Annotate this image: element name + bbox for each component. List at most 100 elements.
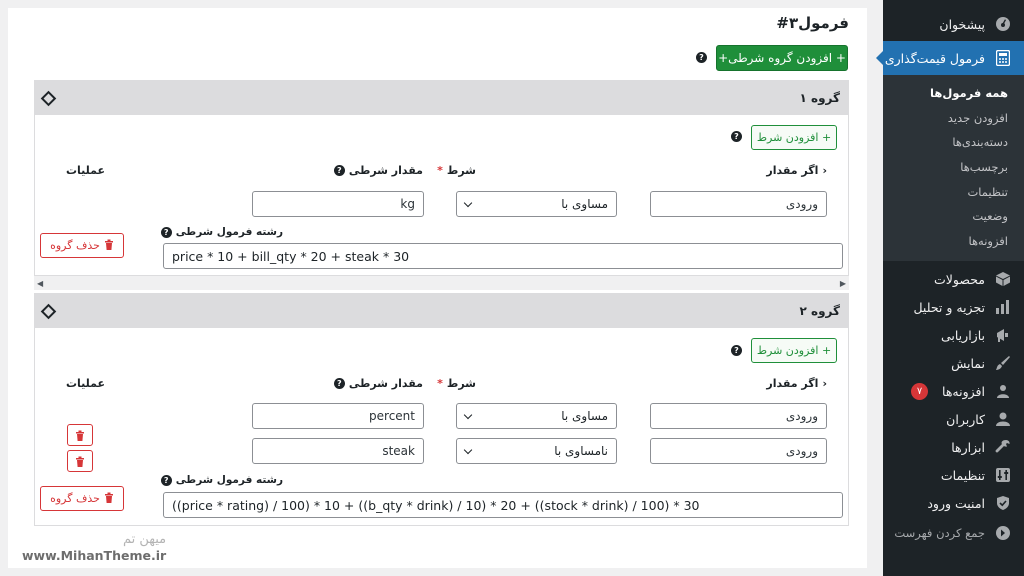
toggle-diamond-icon[interactable] bbox=[40, 90, 57, 106]
add-group-label: + افزودن گروه شرطی+ bbox=[718, 51, 846, 65]
collapse-menu-button[interactable]: جمع کردن فهرست bbox=[883, 519, 1024, 547]
chevron-left-icon: ‹ bbox=[822, 164, 827, 177]
submenu-item-settings[interactable]: تنظیمات bbox=[883, 179, 1024, 204]
add-condition-button[interactable]: + افزودن شرط bbox=[751, 125, 837, 150]
input-field[interactable]: ورودی bbox=[650, 191, 827, 217]
operator-select[interactable]: نامساوی با bbox=[456, 438, 617, 464]
col-if-value-label: ‹ اگر مقدار bbox=[766, 164, 827, 177]
menu-item-analytics[interactable]: تجزیه و تحلیل bbox=[883, 293, 1024, 321]
submenu-item-all-formulas[interactable]: همه فرمول‌ها bbox=[883, 81, 1024, 106]
user-icon bbox=[994, 410, 1012, 428]
delete-group-button[interactable]: حذف گروه bbox=[40, 486, 124, 511]
shield-icon bbox=[994, 494, 1012, 512]
menu-label: پیشخوان bbox=[939, 16, 985, 32]
col-condition-value-label: مقدار شرطی ? bbox=[333, 377, 423, 390]
collapse-arrow-icon bbox=[994, 524, 1012, 542]
menu-item-login-security[interactable]: امنیت ورود bbox=[883, 489, 1024, 517]
group-header[interactable]: گروه ۲ bbox=[35, 294, 848, 328]
settings-icon bbox=[994, 466, 1012, 484]
menu-label: امنیت ورود bbox=[927, 495, 985, 511]
help-icon[interactable]: ? bbox=[731, 131, 742, 142]
chevron-down-icon bbox=[463, 445, 473, 454]
operator-select[interactable]: مساوی با bbox=[456, 191, 617, 217]
trash-icon bbox=[76, 456, 84, 467]
help-icon[interactable]: ? bbox=[160, 226, 172, 238]
delete-row-button[interactable] bbox=[67, 424, 93, 446]
submenu-item-status[interactable]: وضعیت bbox=[883, 204, 1024, 229]
delete-row-button[interactable] bbox=[67, 450, 93, 472]
formula-input[interactable]: ((price * rating) / 100) * 10 + ((b_qty … bbox=[163, 492, 843, 518]
condition-value-input[interactable]: steak bbox=[252, 438, 424, 464]
menu-label: افزونه‌ها bbox=[942, 383, 985, 399]
menu-item-tools[interactable]: ابزارها bbox=[883, 433, 1024, 461]
plugin-icon bbox=[994, 382, 1012, 400]
add-condition-label: + افزودن شرط bbox=[756, 131, 832, 144]
menu-label: بازاریابی bbox=[940, 327, 985, 343]
menu-item-plugins[interactable]: افزونه‌ها ۷ bbox=[883, 377, 1024, 405]
menu-label: فرمول قیمت‌گذاری bbox=[884, 50, 985, 66]
menu-item-dashboard[interactable]: پیشخوان bbox=[883, 10, 1024, 38]
col-condition-label: شرط * bbox=[437, 377, 476, 390]
menu-item-products[interactable]: محصولات bbox=[883, 265, 1024, 293]
help-icon[interactable]: ? bbox=[333, 165, 345, 176]
submenu-item-add-new[interactable]: افزودن جدید bbox=[883, 106, 1024, 131]
condition-value-input[interactable]: kg bbox=[252, 191, 424, 217]
add-condition-button[interactable]: + افزودن شرط bbox=[751, 338, 837, 363]
col-operations-label: عملیات bbox=[66, 377, 106, 390]
delete-group-button[interactable]: حذف گروه bbox=[40, 233, 124, 258]
trash-icon bbox=[104, 239, 114, 253]
menu-item-pricing-formula[interactable]: فرمول قیمت‌گذاری bbox=[876, 41, 1024, 75]
calculator-icon bbox=[994, 49, 1012, 67]
trash-icon bbox=[76, 430, 84, 441]
menu-item-settings[interactable]: تنظیمات bbox=[883, 461, 1024, 489]
help-icon[interactable]: ? bbox=[333, 378, 345, 389]
menu-item-users[interactable]: کاربران bbox=[883, 405, 1024, 433]
submenu-item-categories[interactable]: دسته‌بندی‌ها bbox=[883, 130, 1024, 155]
add-condition-group-button[interactable]: + افزودن گروه شرطی+ bbox=[716, 45, 848, 71]
brush-icon bbox=[994, 354, 1012, 372]
megaphone-icon bbox=[994, 326, 1012, 344]
operator-value: مساوی با bbox=[561, 409, 608, 423]
horizontal-scrollbar[interactable]: ◀ ▶ bbox=[34, 276, 849, 290]
condition-value-input[interactable]: percent bbox=[252, 403, 424, 429]
formula-label: رشته فرمول شرطی ? bbox=[160, 474, 283, 486]
chevron-down-icon bbox=[463, 410, 473, 419]
toggle-diamond-icon[interactable] bbox=[40, 303, 57, 319]
trash-icon bbox=[104, 492, 114, 506]
dashboard-icon bbox=[994, 15, 1012, 33]
group-title: گروه ۱ bbox=[799, 91, 841, 105]
help-icon[interactable]: ? bbox=[696, 52, 707, 63]
col-condition-value-label: مقدار شرطی ? bbox=[333, 164, 423, 177]
menu-label: جمع کردن فهرست bbox=[894, 526, 985, 541]
formula-input[interactable]: price * 10 + bill_qty * 20 + steak * 30 bbox=[163, 243, 843, 269]
submenu-item-addons[interactable]: افزونه‌ها bbox=[883, 229, 1024, 254]
menu-label: تنظیمات bbox=[940, 467, 985, 483]
help-icon[interactable]: ? bbox=[160, 474, 172, 486]
operator-value: نامساوی با bbox=[554, 444, 608, 458]
input-field[interactable]: ورودی bbox=[650, 403, 827, 429]
admin-sidebar: پیشخوان فرمول قیمت‌گذاری همه فرمول‌ها اف… bbox=[876, 0, 1024, 576]
update-count-badge: ۷ bbox=[911, 382, 929, 400]
menu-label: نمایش bbox=[951, 355, 985, 371]
help-icon[interactable]: ? bbox=[731, 345, 742, 356]
input-field[interactable]: ورودی bbox=[650, 438, 827, 464]
col-condition-label: شرط * bbox=[437, 164, 476, 177]
chevron-down-icon bbox=[463, 198, 473, 207]
menu-item-appearance[interactable]: نمایش bbox=[883, 349, 1024, 377]
menu-label: ابزارها bbox=[951, 439, 985, 455]
formula-label: رشته فرمول شرطی ? bbox=[160, 226, 283, 238]
menu-label: محصولات bbox=[934, 271, 985, 287]
scroll-right-icon[interactable]: ▶ bbox=[840, 279, 846, 288]
analytics-icon bbox=[994, 298, 1012, 316]
operator-value: مساوی با bbox=[561, 197, 608, 211]
watermark-url: www.MihanTheme.ir bbox=[22, 548, 167, 563]
menu-item-marketing[interactable]: بازاریابی bbox=[883, 321, 1024, 349]
scroll-left-icon[interactable]: ◀ bbox=[37, 279, 43, 288]
menu-label: کاربران bbox=[946, 411, 985, 427]
operator-select[interactable]: مساوی با bbox=[456, 403, 617, 429]
group-header[interactable]: گروه ۱ bbox=[35, 81, 848, 115]
submenu-item-tags[interactable]: برچسب‌ها bbox=[883, 155, 1024, 180]
chevron-left-icon: ‹ bbox=[822, 377, 827, 390]
col-operations-label: عملیات bbox=[66, 164, 106, 177]
page-title: فرمول۳# bbox=[776, 14, 849, 32]
